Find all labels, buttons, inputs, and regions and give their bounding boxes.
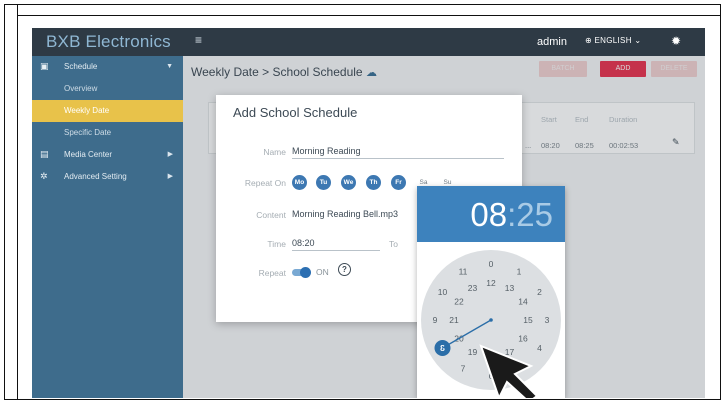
- brand-title: BXB Electronics: [32, 28, 183, 56]
- sidebar-item-label: Media Center: [64, 150, 113, 159]
- frame-left-strip: [4, 4, 18, 400]
- repeat-value: ON: [316, 267, 329, 277]
- clock-number-2[interactable]: 2: [537, 287, 542, 297]
- clock-number-16[interactable]: 16: [518, 334, 528, 344]
- clock-number-11[interactable]: 11: [459, 267, 468, 277]
- clock-number-0[interactable]: 0: [489, 259, 494, 269]
- clock-number-22[interactable]: 22: [454, 297, 464, 307]
- clock-number-21[interactable]: 21: [449, 315, 459, 325]
- clock-number-9[interactable]: 9: [433, 315, 438, 325]
- top-bar: ≡ admin ⊕ ENGLISH ⌄ ✹: [183, 28, 705, 56]
- clock-number-19[interactable]: 19: [468, 347, 478, 357]
- name-field[interactable]: Morning Reading: [292, 146, 361, 156]
- media-icon: ▤: [40, 149, 49, 159]
- mouse-cursor-icon: [479, 344, 539, 398]
- sidebar-item-label: Advanced Setting: [64, 172, 127, 181]
- sidebar-item-schedule[interactable]: ▣ Schedule ▼: [32, 56, 183, 78]
- sidebar-item-specific-date[interactable]: Specific Date: [32, 122, 183, 144]
- start-time-underline: [292, 250, 380, 251]
- sidebar-item-media-center[interactable]: ▤ Media Center ▶: [32, 144, 183, 166]
- weekday-chip-tu[interactable]: Tu: [316, 175, 331, 190]
- name-field-underline: [292, 158, 504, 159]
- start-time-field[interactable]: 08:20: [292, 238, 315, 248]
- settings-gear-icon[interactable]: ✹: [671, 34, 681, 48]
- time-picker-header: 08:25: [417, 186, 565, 242]
- time-picker-display: 08:25: [470, 196, 553, 234]
- weekday-chip-fr[interactable]: Fr: [391, 175, 406, 190]
- name-label: Name: [263, 147, 286, 157]
- dialog-title: Add School Schedule: [233, 105, 358, 120]
- sidebar-item-label: Specific Date: [64, 128, 112, 137]
- sidebar-item-overview[interactable]: Overview: [32, 78, 183, 100]
- repeat-label: Repeat: [258, 268, 286, 278]
- repeat-on-label: Repeat On: [244, 178, 286, 188]
- clock-number-13[interactable]: 13: [505, 283, 515, 293]
- user-name[interactable]: admin: [537, 36, 567, 48]
- calendar-icon: ▣: [40, 61, 49, 71]
- time-picker-minute[interactable]: 25: [516, 196, 553, 233]
- gear-icon: ✲: [40, 171, 48, 181]
- caret-right-icon: ▶: [167, 151, 173, 158]
- time-picker-hour[interactable]: 08: [470, 196, 507, 233]
- weekday-chip-mo[interactable]: Mo: [292, 175, 307, 190]
- chevron-down-icon: ⌄: [634, 36, 642, 45]
- weekday-chip-th[interactable]: Th: [366, 175, 381, 190]
- sidebar-item-label: Schedule: [64, 62, 98, 71]
- toggle-knob: [300, 267, 311, 278]
- clock-number-3[interactable]: 3: [545, 315, 550, 325]
- clock-center-dot: [489, 318, 493, 322]
- language-label: ENGLISH: [594, 36, 632, 45]
- frame-top-strip: [18, 4, 721, 16]
- clock-number-23[interactable]: 23: [468, 283, 478, 293]
- content-field[interactable]: Morning Reading Bell.mp3: [292, 209, 398, 219]
- to-label: To: [389, 239, 398, 249]
- help-icon[interactable]: ?: [338, 263, 351, 276]
- sidebar-item-advanced-setting[interactable]: ✲ Advanced Setting ▶: [32, 166, 183, 188]
- clock-number-14[interactable]: 14: [518, 297, 528, 307]
- clock-number-10[interactable]: 10: [438, 287, 448, 297]
- content-label: Content: [256, 210, 286, 220]
- sidebar-item-label: Overview: [64, 84, 98, 93]
- sidebar: BXB Electronics ▣ Schedule ▼ Overview We…: [32, 28, 183, 398]
- app-window: BXB Electronics ▣ Schedule ▼ Overview We…: [32, 28, 705, 398]
- clock-number-1[interactable]: 1: [517, 267, 522, 277]
- clock-number-12[interactable]: 12: [486, 278, 496, 288]
- weekday-chip-we[interactable]: We: [341, 175, 356, 190]
- hamburger-menu-icon[interactable]: ≡: [195, 34, 207, 46]
- clock-number-15[interactable]: 15: [523, 315, 533, 325]
- sidebar-item-label: Weekly Date: [64, 106, 110, 115]
- time-label: Time: [267, 239, 286, 249]
- repeat-toggle[interactable]: [292, 267, 311, 278]
- language-selector[interactable]: ⊕ ENGLISH ⌄: [585, 36, 641, 45]
- clock-number-7[interactable]: 7: [461, 363, 466, 373]
- time-picker-colon: :: [507, 196, 517, 233]
- globe-icon: ⊕: [585, 36, 593, 45]
- sidebar-item-weekly-date[interactable]: Weekly Date: [32, 100, 183, 122]
- caret-right-icon: ▶: [167, 173, 173, 180]
- caret-down-icon: ▼: [166, 63, 173, 70]
